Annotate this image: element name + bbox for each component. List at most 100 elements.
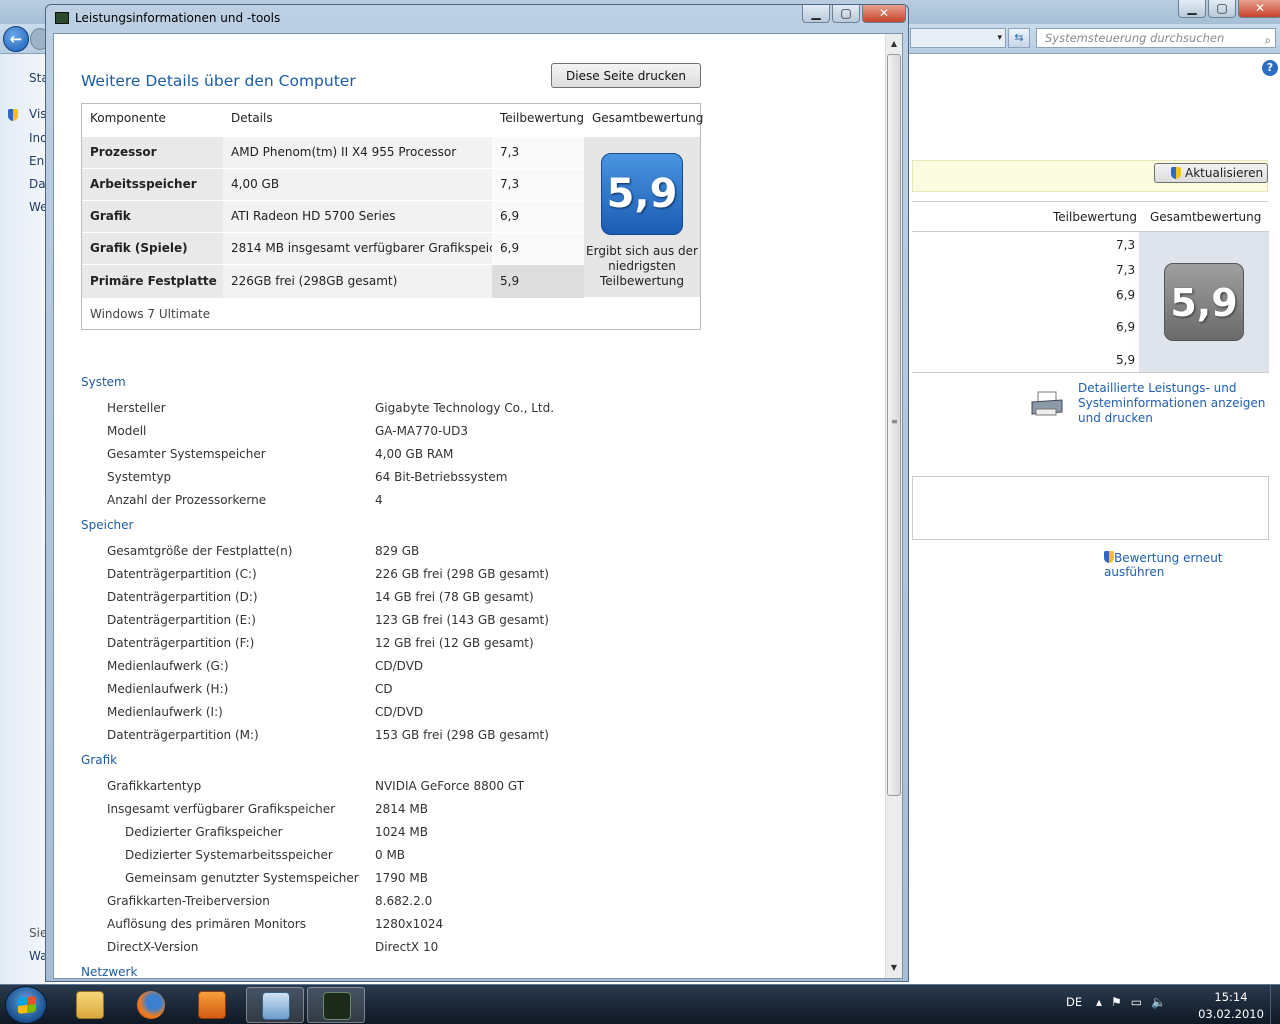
close-icon[interactable]: ✕ [862,5,906,23]
background-score-value: 6,9 [1116,320,1136,334]
folder-icon [76,991,104,1019]
details-window: Leistungsinformationen und -tools ▁ ▢ ✕ … [45,4,909,982]
scrollbar-thumb[interactable]: ≡ [887,54,901,796]
printer-icon [1031,391,1063,416]
tray-icons[interactable]: ▴⚑▭🔈 [1096,995,1175,1009]
start-button[interactable] [5,986,47,1024]
control-panel-icon [262,992,290,1020]
scroll-down-icon[interactable]: ▼ [886,960,902,976]
property-label: Insgesamt verfügbarer Grafikspeicher [107,802,336,816]
details-content: Weitere Details über den Computer Diese … [53,33,903,979]
taskbar-control-panel[interactable] [246,987,304,1023]
address-dropdown[interactable]: ▾ [910,28,1006,48]
property-value: 14 GB frei (78 GB gesamt) [375,590,534,604]
shield-icon [1171,167,1181,179]
property-label: Modell [107,424,147,438]
taskbar-explorer[interactable] [61,987,119,1023]
property-value: 2814 MB [375,802,428,816]
component-score: 7,3 [492,137,584,168]
search-icon[interactable]: ⌕ [1265,31,1271,49]
maximize-icon[interactable]: ▢ [832,5,860,23]
taskbar-firefox[interactable] [122,987,180,1023]
maximize-icon[interactable]: ▢ [1208,0,1236,18]
component-details: 226GB frei (298GB gesamt) [223,265,492,298]
performance-monitor-icon [323,992,351,1020]
minimize-icon[interactable]: ▁ [802,5,830,23]
taskbar-performance-window[interactable] [307,987,365,1023]
component-details: ATI Radeon HD 5700 Series [223,201,492,232]
vertical-scrollbar[interactable]: ▲ ≡ ▼ [885,34,902,978]
media-player-icon [198,991,226,1019]
property-value: 1280x1024 [375,917,444,931]
show-desktop-button[interactable] [1270,985,1280,1024]
refresh-icon[interactable]: ⇆ [1008,28,1030,48]
taskbar: DE ▴⚑▭🔈 15:14 03.02.2010 [0,984,1280,1024]
performance-app-icon [55,12,69,24]
component-score: 6,9 [492,201,584,232]
update-button[interactable]: Aktualisieren [1154,163,1268,183]
sidebar-item-visual[interactable]: Vis [29,107,47,121]
background-score-value: 5,9 [1116,353,1136,367]
component-score: 5,9 [492,265,584,298]
column-header-sub: Teilbewertung [1053,210,1138,224]
clock-date[interactable]: 03.02.2010 [1196,1007,1266,1021]
background-score-value: 7,3 [1116,263,1136,277]
section-title: Speicher [81,518,140,532]
property-value: CD/DVD [375,705,424,719]
background-score-value: 7,3 [1116,238,1136,252]
property-label: Auflösung des primären Monitors [107,917,306,931]
scroll-up-icon[interactable]: ▲ [886,36,902,52]
total-score-badge: 5,9 [601,153,683,235]
component-details: 2814 MB insgesamt verfügbarer Grafikspei… [223,233,516,264]
search-input[interactable]: Systemsteuerung durchsuchen ⌕ [1036,28,1276,48]
column-header-component: Komponente [90,111,166,125]
taskbar-media-player[interactable] [183,987,241,1023]
component-details: 4,00 GB [223,169,492,200]
section-title: Grafik [81,753,124,767]
section-header: Grafik [81,753,701,767]
property-value: 4,00 GB RAM [375,447,454,461]
table-row: Grafik (Spiele) 2814 MB insgesamt verfüg… [82,232,584,264]
section-header: Netzwerk [81,965,701,978]
search-placeholder: Systemsteuerung durchsuchen [1045,31,1225,45]
background-score-value: 6,9 [1116,288,1136,302]
property-value: CD/DVD [375,659,424,673]
property-label: Dedizierter Systemarbeitsspeicher [125,848,333,862]
print-page-button[interactable]: Diese Seite drucken [551,63,701,88]
firefox-icon [137,991,165,1019]
page-title: Weitere Details über den Computer [81,72,356,90]
detailed-info-link[interactable]: Detaillierte Leistungs- und Systeminform… [1078,381,1270,426]
property-value: NVIDIA GeForce 8800 GT [375,779,525,793]
property-value: 123 GB frei (143 GB gesamt) [375,613,549,627]
details-page: Weitere Details über den Computer Diese … [54,34,886,978]
property-value: CD [375,682,393,696]
property-label: Gesamtgröße der Festplatte(n) [107,544,293,558]
shield-icon [1104,551,1114,563]
property-label: Hersteller [107,401,166,415]
component-score: 6,9 [492,233,584,264]
minimize-icon[interactable]: ▁ [1178,0,1206,18]
property-label: Gemeinsam genutzter Systemspeicher [125,871,359,885]
table-row: Grafik ATI Radeon HD 5700 Series 6,9 [82,200,584,232]
component-details: AMD Phenom(tm) II X4 955 Processor [223,137,492,168]
os-edition: Windows 7 Ultimate [90,307,211,321]
component-name: Primäre Festplatte [82,265,223,298]
column-header-details: Details [231,111,273,125]
table-row: Prozessor AMD Phenom(tm) II X4 955 Proce… [82,136,584,168]
total-score-caption: Ergibt sich aus der niedrigsten Teilbewe… [586,244,698,288]
clock-time[interactable]: 15:14 [1196,990,1266,1004]
back-arrow-icon[interactable]: ← [3,26,29,52]
rating-table: Komponente Details Teilbewertung Gesamtb… [81,103,703,330]
help-icon[interactable]: ? [1262,60,1278,76]
table-row: Arbeitsspeicher (RAM) 4,00 GB 7,3 [82,168,584,222]
language-indicator[interactable]: DE [1066,995,1082,1009]
component-name: Arbeitsspeicher (RAM) [82,169,223,222]
close-icon[interactable]: ✕ [1238,0,1280,18]
property-label: Grafikkartentyp [107,779,202,793]
property-label: Dedizierter Grafikspeicher [125,825,283,839]
section-header: System [81,375,701,389]
rerun-assessment-link[interactable]: Bewertung erneut ausführen [1104,551,1280,579]
property-label: Datenträgerpartition (D:) [107,590,258,604]
property-label: Systemtyp [107,470,172,484]
property-label: Datenträgerpartition (M:) [107,728,259,742]
